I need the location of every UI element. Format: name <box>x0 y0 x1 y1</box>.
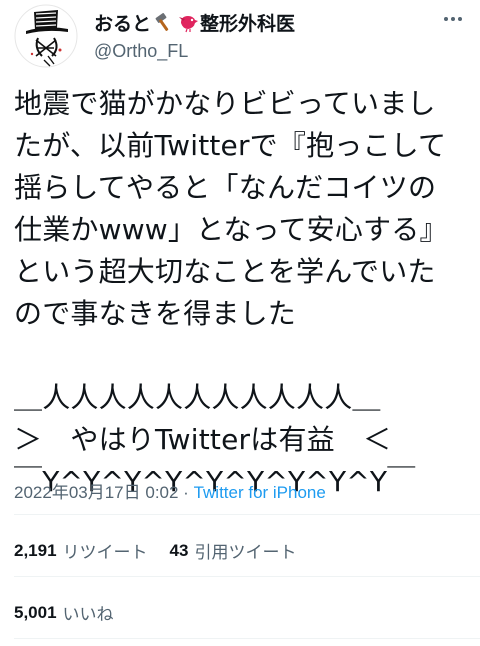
display-name-row[interactable]: おると 整形外科医 <box>94 6 295 38</box>
like-count[interactable]: 5,001 <box>14 603 57 623</box>
quote-label[interactable]: 引用ツイート <box>194 538 296 563</box>
tweet-meta: 2022年03月17日 0:02 · Twitter for iPhone <box>14 478 326 503</box>
meta-separator: · <box>178 483 194 502</box>
bird-icon <box>177 11 199 33</box>
avatar[interactable] <box>14 4 78 68</box>
retweet-stats: 2,191 リツイート 43 引用ツイート <box>14 538 318 563</box>
quote-count[interactable]: 43 <box>170 541 189 561</box>
divider <box>14 638 480 639</box>
divider <box>14 514 480 515</box>
source-app-link[interactable]: Twitter for iPhone <box>194 483 326 502</box>
display-name[interactable]: おると <box>94 9 151 36</box>
tweet-card: おると 整形外科医 @Ortho_FL 地震で猫がかなりビビっていまし たが、以… <box>0 0 480 646</box>
retweet-count[interactable]: 2,191 <box>14 541 57 561</box>
tweet-line: ＞ やはりTwitterは有益 ＜ <box>14 423 392 456</box>
divider <box>14 576 480 577</box>
tweet-line: 仕業かwww」となって安心する』 <box>14 213 448 246</box>
hammer-icon <box>153 11 175 33</box>
tweet-line: という超大切なことを学んでいた <box>14 255 436 288</box>
retweet-label[interactable]: リツイート <box>63 538 148 563</box>
user-handle[interactable]: @Ortho_FL <box>94 41 295 62</box>
timestamp[interactable]: 2022年03月17日 0:02 <box>14 483 178 502</box>
tweet-text: 地震で猫がかなりビビっていまし たが、以前Twitterで『抱っこして 揺らして… <box>14 83 472 503</box>
tweet-header: おると 整形外科医 @Ortho_FL <box>14 4 466 74</box>
like-label[interactable]: いいね <box>63 600 114 625</box>
more-options-icon[interactable] <box>440 6 466 32</box>
like-stats: 5,001 いいね <box>14 600 136 625</box>
display-name-suffix[interactable]: 整形外科医 <box>200 9 295 36</box>
tweet-line: ＿人人人人人人人人人人人＿ <box>14 381 381 414</box>
tweet-line: 地震で猫がかなりビビっていまし <box>14 87 436 120</box>
tweet-line: ので事なきを得ました <box>14 297 297 330</box>
author-names: おると 整形外科医 @Ortho_FL <box>94 6 295 62</box>
tweet-line: 揺らしてやると「なんだコイツの <box>14 171 437 204</box>
tweet-line: たが、以前Twitterで『抱っこして <box>14 129 447 162</box>
